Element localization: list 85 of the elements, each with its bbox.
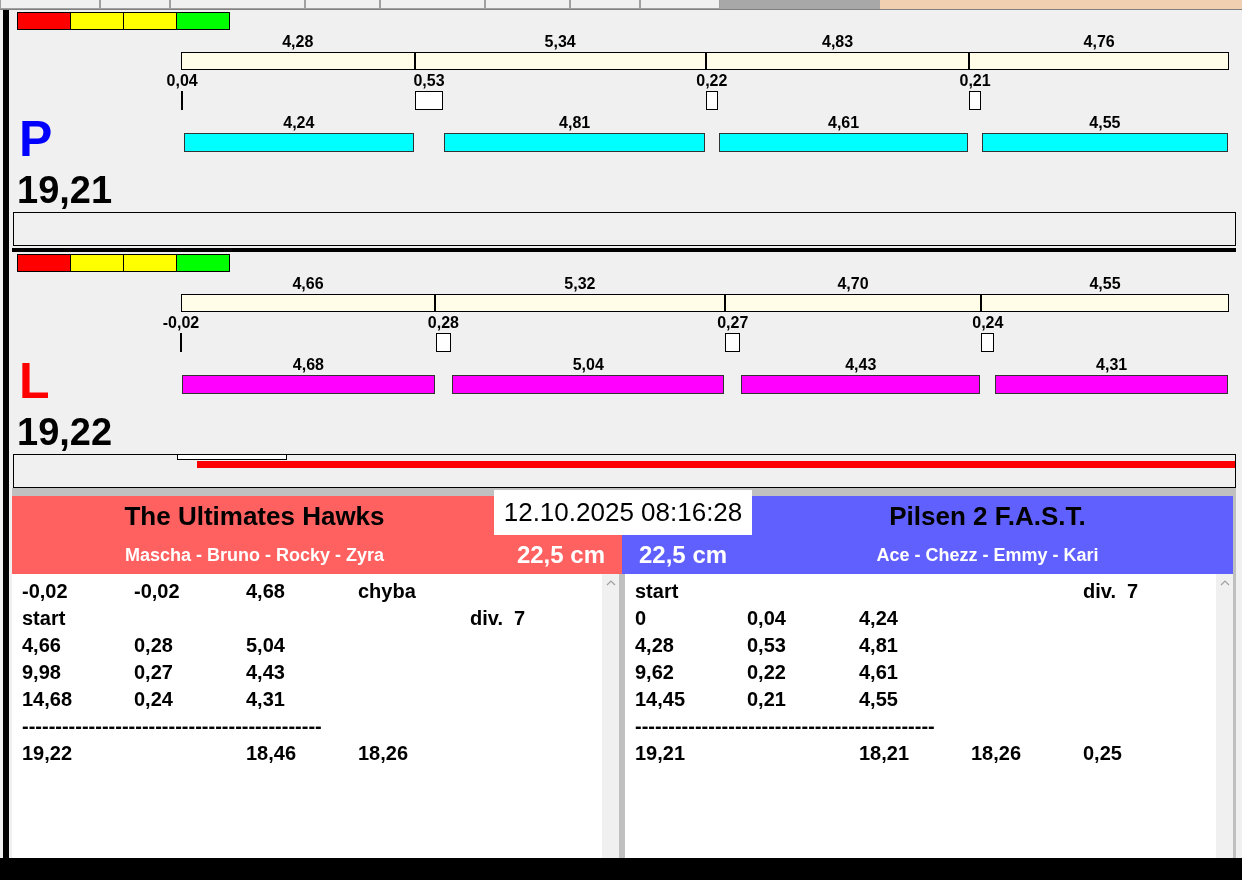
lane-letter: L <box>19 356 50 406</box>
result-text: 4,68 <box>246 580 286 603</box>
reaction-marker <box>705 91 718 110</box>
run-time: 4,24 <box>282 113 316 133</box>
result-text: 0,24 <box>134 688 174 711</box>
result-text: 18,26 <box>971 742 1023 765</box>
reaction-marker <box>725 333 741 352</box>
reaction-marker <box>180 333 182 352</box>
result-text: 9,98 <box>22 661 62 684</box>
split-time: 4,55 <box>1089 274 1121 294</box>
result-text: 0,04 <box>747 607 787 630</box>
date-time: 12.10.2025 08:16:28 <box>494 490 752 535</box>
result-text: 0 <box>635 607 648 630</box>
reaction-time: 0,21 <box>959 71 991 91</box>
result-text: 0,21 <box>747 688 787 711</box>
reaction-marker <box>181 91 184 110</box>
scrollbar[interactable] <box>1216 574 1233 858</box>
result-text: 9,62 <box>635 661 675 684</box>
reaction-time: 0,24 <box>972 313 1004 333</box>
result-text: 4,31 <box>246 688 286 711</box>
reaction-marker <box>969 91 981 110</box>
result-text: 4,66 <box>22 634 62 657</box>
split-time: 4,66 <box>292 274 324 294</box>
result-text: 4,28 <box>635 634 675 657</box>
result-text: 4,81 <box>859 634 899 657</box>
lane-letter: P <box>19 114 53 164</box>
run-time: 4,55 <box>1088 113 1122 133</box>
run-time: 4,68 <box>291 355 325 375</box>
result-text: 14,45 <box>635 688 687 711</box>
scroll-up-icon[interactable] <box>1219 580 1230 586</box>
split-time: 4,28 <box>282 32 314 52</box>
reaction-time: 0,04 <box>166 71 198 91</box>
result-text: start <box>22 607 67 630</box>
run-time: 4,31 <box>1095 355 1129 375</box>
result-text: 0,28 <box>134 634 174 657</box>
result-text: 4,43 <box>246 661 286 684</box>
result-text: div. 7 <box>470 607 527 630</box>
run-time: 5,04 <box>571 355 605 375</box>
split-time: 4,70 <box>837 274 869 294</box>
lane-total-time: 19,21 <box>17 170 114 210</box>
distance-value: 22,5 cm <box>638 541 729 570</box>
result-text: -0,02 <box>22 580 69 603</box>
team-members: Ace - Chezz - Emmy - Kari <box>875 544 1100 566</box>
result-text: chyba <box>358 580 417 603</box>
result-text: 4,61 <box>859 661 899 684</box>
reaction-marker <box>414 91 444 110</box>
run-time: 4,43 <box>844 355 878 375</box>
result-text: 0,22 <box>747 661 787 684</box>
split-time: 5,32 <box>564 274 596 294</box>
scrollbar[interactable] <box>602 574 619 858</box>
result-text: div. 7 <box>1083 580 1140 603</box>
reaction-time: -0,02 <box>162 313 200 333</box>
scroll-up-icon[interactable] <box>605 580 616 586</box>
result-text: --------------------------------------------- <box>635 715 936 738</box>
reaction-marker <box>435 333 452 352</box>
result-text: 18,26 <box>358 742 410 765</box>
result-text: 4,24 <box>859 607 899 630</box>
split-time: 4,76 <box>1083 32 1115 52</box>
result-text: 19,21 <box>635 742 687 765</box>
team-name: The Ultimates Hawks <box>123 500 386 532</box>
lane-total-time: 19,22 <box>17 412 114 452</box>
run-time: 4,81 <box>558 113 592 133</box>
result-text: start <box>635 580 680 603</box>
run-time: 4,61 <box>827 113 861 133</box>
reaction-time: 0,53 <box>413 71 445 91</box>
result-text: 0,25 <box>1083 742 1123 765</box>
result-text: 0,53 <box>747 634 787 657</box>
result-text: --------------------------------------------- <box>22 715 323 738</box>
reaction-time: 0,27 <box>717 313 749 333</box>
result-text: 5,04 <box>246 634 286 657</box>
result-text: 4,55 <box>859 688 899 711</box>
split-time: 5,34 <box>544 32 576 52</box>
result-text: -0,02 <box>134 580 181 603</box>
reaction-time: 0,22 <box>696 71 728 91</box>
reaction-marker <box>981 333 995 352</box>
result-text: 0,27 <box>134 661 174 684</box>
reaction-time: 0,28 <box>427 313 459 333</box>
result-text: 19,22 <box>22 742 74 765</box>
result-text: 18,21 <box>859 742 911 765</box>
team-members: Mascha - Bruno - Rocky - Zyra <box>123 544 386 566</box>
team-name: Pilsen 2 F.A.S.T. <box>888 500 1087 532</box>
distance-value: 22,5 cm <box>515 541 606 570</box>
result-text: 14,68 <box>22 688 74 711</box>
split-time: 4,83 <box>822 32 854 52</box>
result-text: 18,46 <box>246 742 298 765</box>
